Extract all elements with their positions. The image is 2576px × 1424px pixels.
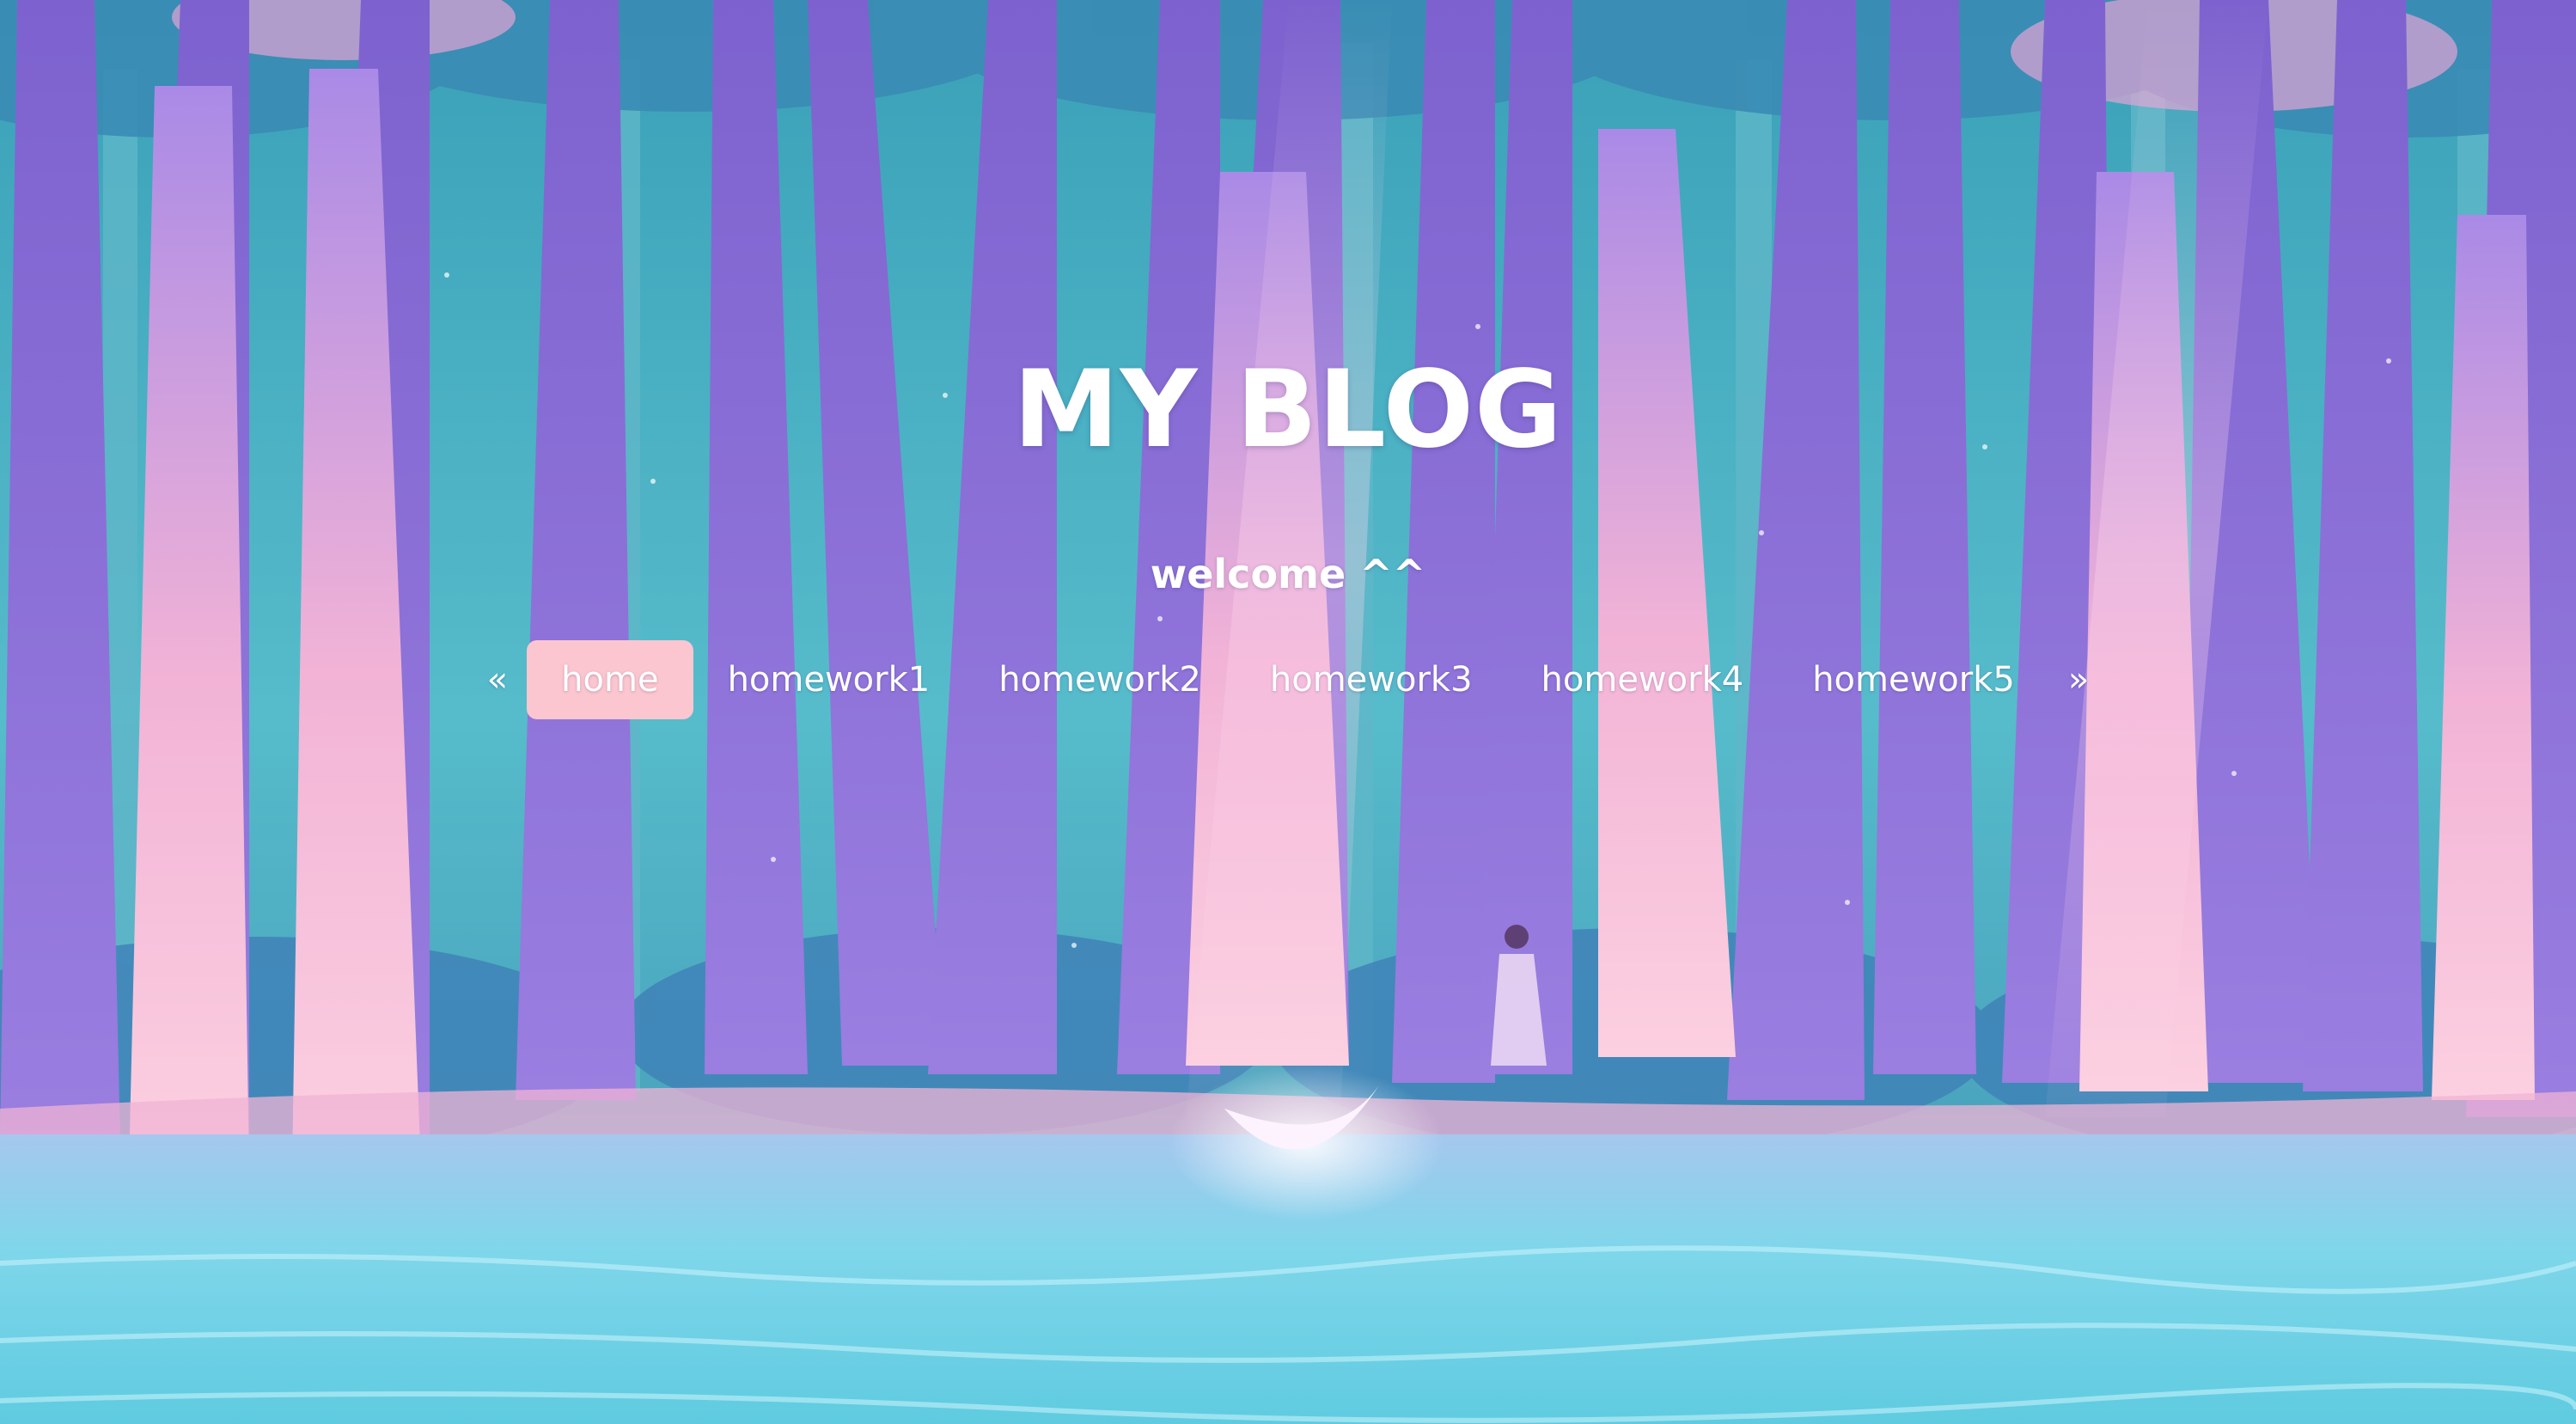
next-page-arrow[interactable]: » [2049,640,2108,719]
previous-page-arrow[interactable]: « [468,640,527,719]
hero-section: MY BLOG welcome ^^ « home homework1 home… [0,0,2576,1424]
blog-title: MY BLOG [1013,348,1563,472]
nav-item-homework4[interactable]: homework4 [1507,640,1779,719]
nav-item-homework1[interactable]: homework1 [693,640,965,719]
nav-item-homework2[interactable]: homework2 [964,640,1236,719]
nav-item-homework5[interactable]: homework5 [1778,640,2049,719]
nav-item-home[interactable]: home [527,640,693,719]
blog-subtitle: welcome ^^ [1150,551,1426,597]
nav-item-homework3[interactable]: homework3 [1236,640,1507,719]
pagination-nav: « home homework1 homework2 homework3 hom… [0,640,2576,719]
